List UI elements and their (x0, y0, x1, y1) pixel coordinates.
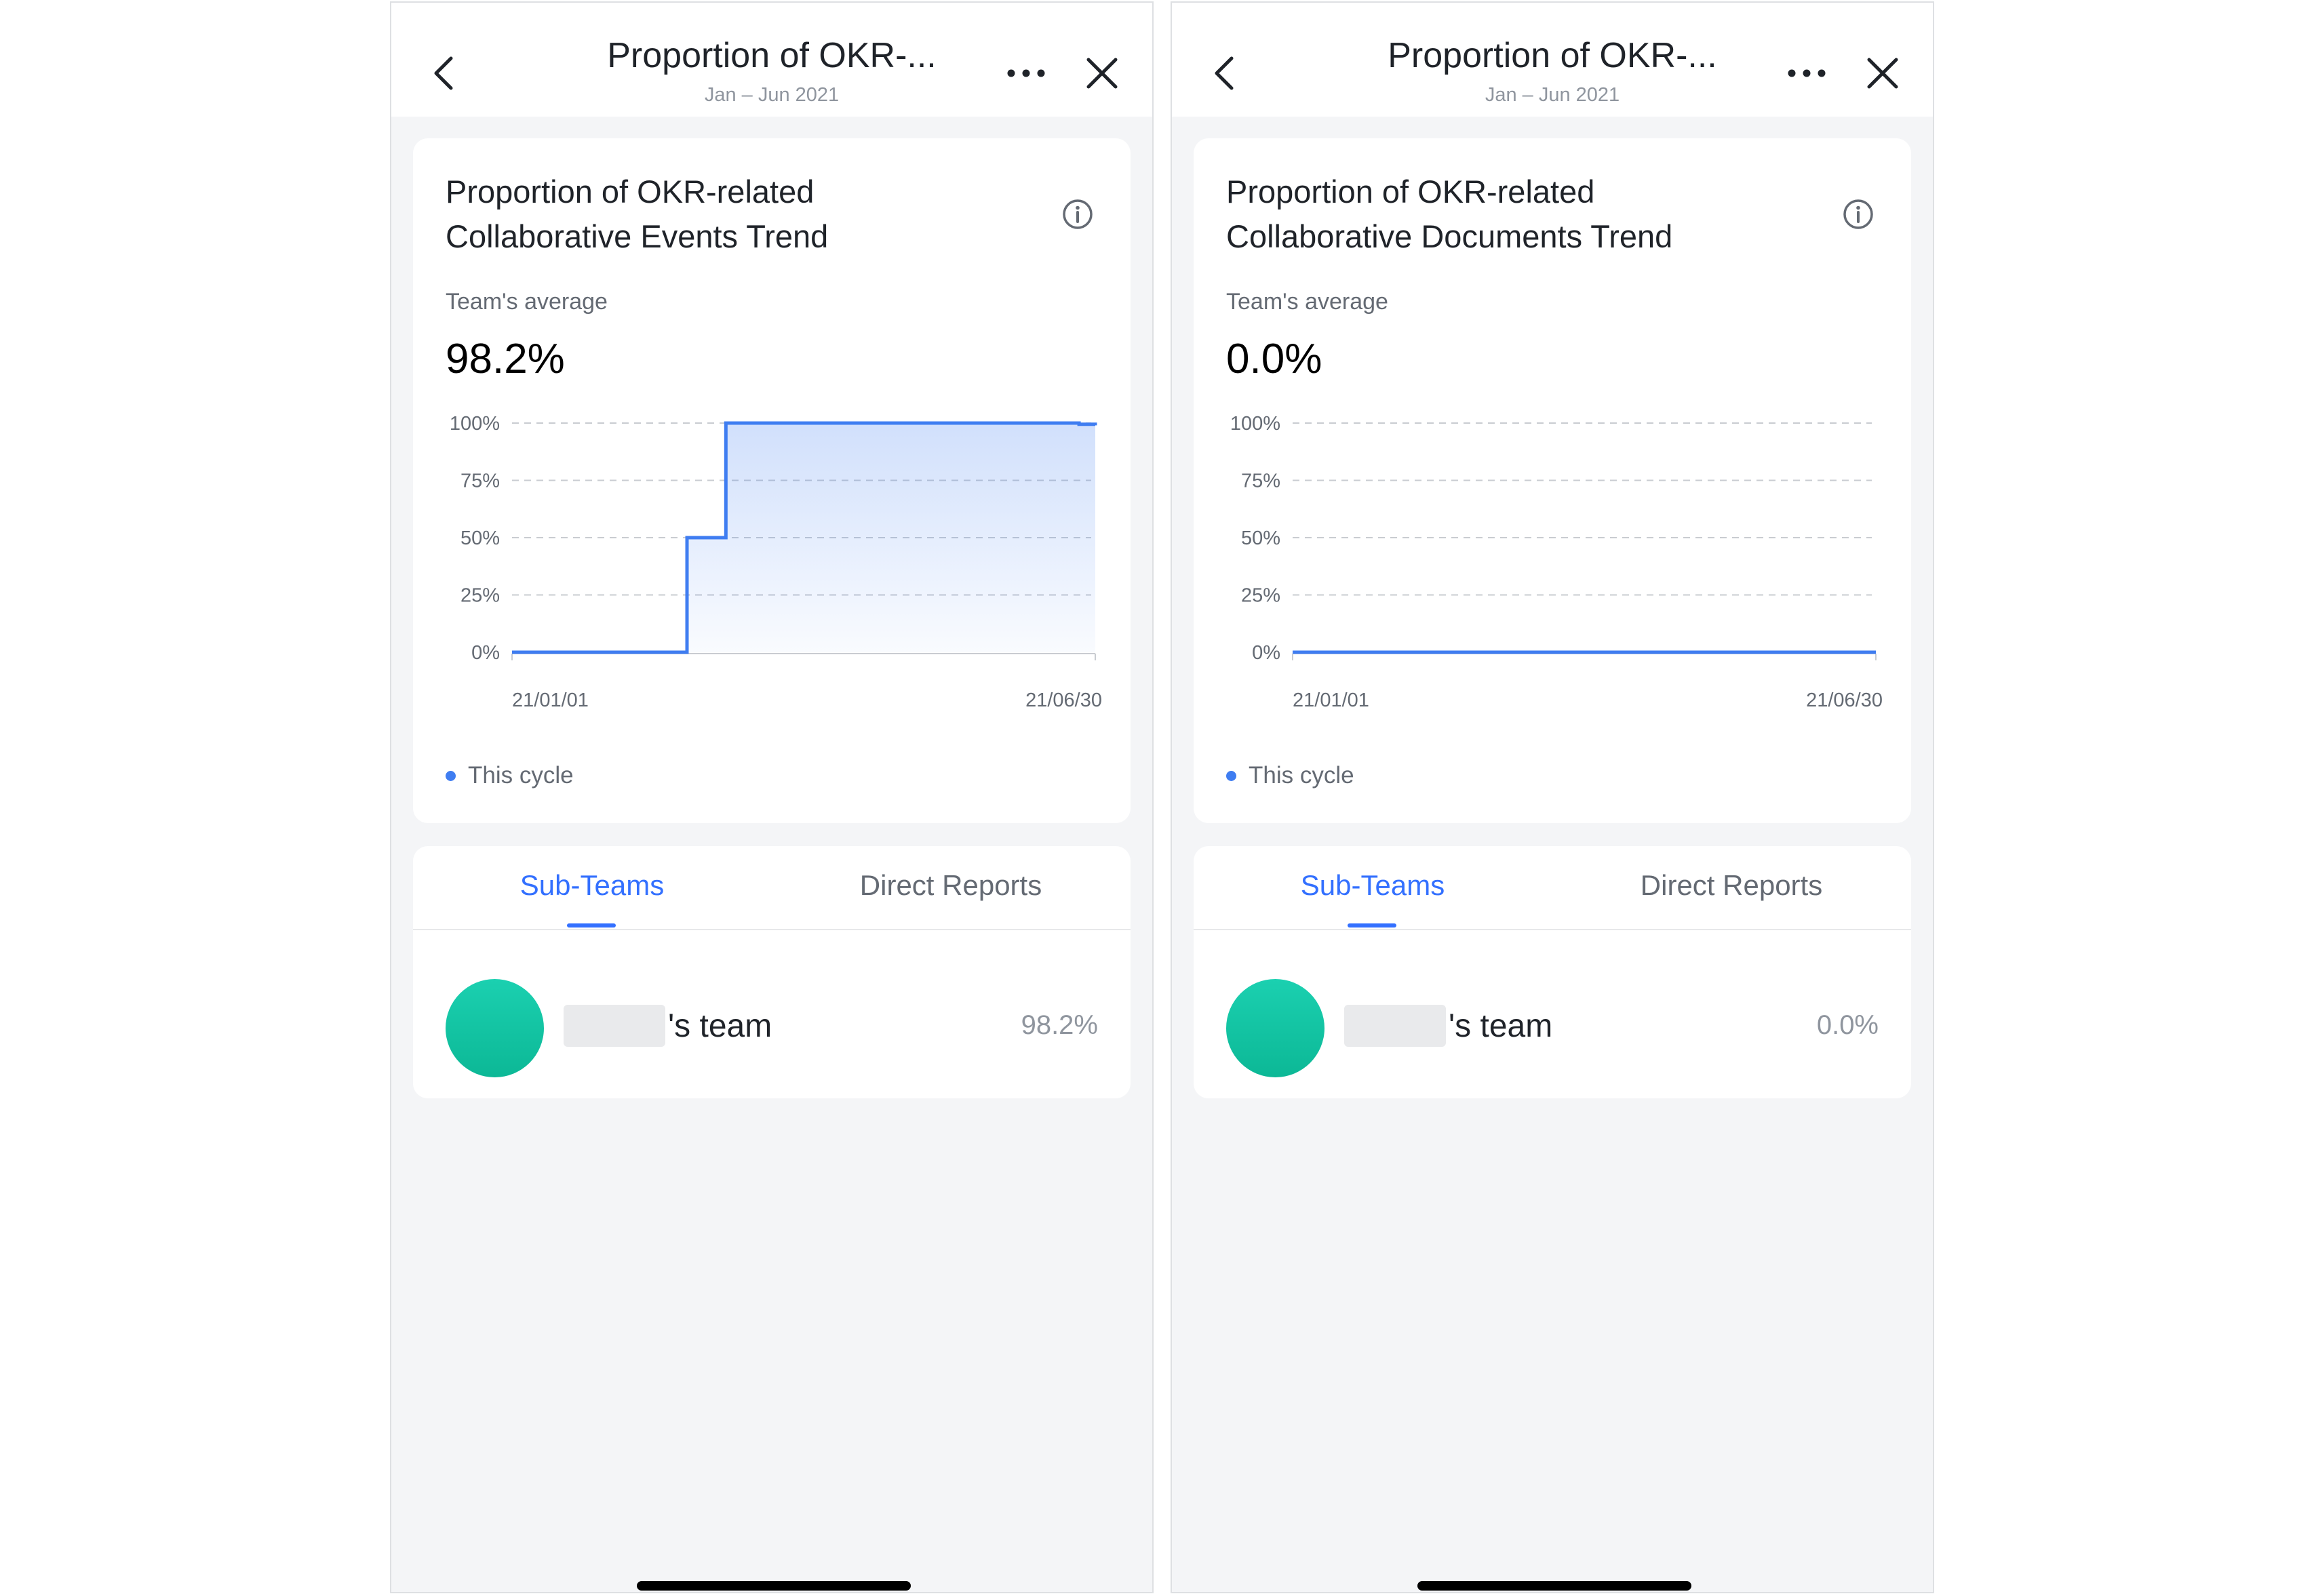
more-horizontal-icon[interactable] (1785, 53, 1828, 94)
legend-label: This cycle (468, 762, 574, 789)
team-name-suffix: 's team (668, 1008, 772, 1044)
tab-sub-teams[interactable]: Sub-Teams (1194, 869, 1552, 902)
card-title-line-2: Collaborative Documents Trend (1226, 218, 1673, 254)
trend-card: Proportion of OKR-related Collaborative … (413, 138, 1131, 823)
legend-dot (1226, 770, 1236, 781)
more-horizontal-icon[interactable] (1004, 53, 1048, 94)
trend-chart: 100% 75% 50% 25% 0% 21/01/01 21/06/30 (450, 413, 1102, 711)
x-tick-label: 21/06/30 (1806, 690, 1883, 711)
legend-label: This cycle (1249, 762, 1354, 789)
card-title-line-2: Collaborative Events Trend (446, 218, 829, 254)
active-tab-indicator (1348, 923, 1396, 927)
x-tick-label: 21/06/30 (1025, 690, 1102, 711)
redacted-name (564, 1005, 665, 1047)
redacted-name (1344, 1005, 1446, 1047)
list-item[interactable]: 's team 0.0% (1194, 929, 1911, 1098)
team-average-label: Team's average (446, 289, 608, 315)
legend-dot (446, 770, 456, 781)
y-tick-label: 50% (460, 527, 500, 549)
trend-chart: 100% 75% 50% 25% 0% 21/01/01 21/06/30 (1230, 413, 1883, 711)
phone-screen-documents: Proportion of OKR-... Jan – Jun 2021 Pro… (1171, 1, 1934, 1593)
avatar (1226, 979, 1324, 1077)
close-icon[interactable] (1862, 53, 1903, 94)
team-value: 0.0% (1816, 1010, 1879, 1040)
home-indicator (637, 1581, 911, 1591)
y-tick-label: 100% (1230, 413, 1280, 435)
tab-direct-reports[interactable]: Direct Reports (771, 869, 1131, 902)
y-tick-label: 75% (460, 471, 500, 492)
team-average-value: 0.0% (1226, 336, 1322, 382)
trend-card: Proportion of OKR-related Collaborative … (1194, 138, 1911, 823)
navigation-bar: Proportion of OKR-... Jan – Jun 2021 (391, 3, 1152, 117)
team-name-suffix: 's team (1449, 1008, 1553, 1044)
y-tick-label: 25% (1241, 585, 1280, 607)
active-tab-indicator (567, 923, 616, 927)
team-list-card: Sub-Teams Direct Reports 's team 98.2% (413, 846, 1131, 1098)
home-indicator (1417, 1581, 1691, 1591)
y-tick-label: 100% (450, 413, 500, 435)
chart-legend: This cycle (446, 762, 574, 789)
card-title: Proportion of OKR-related Collaborative … (446, 169, 828, 259)
tab-bar: Sub-Teams Direct Reports (1194, 846, 1911, 930)
y-tick-label: 75% (1241, 471, 1280, 492)
card-title-line-1: Proportion of OKR-related (446, 174, 814, 210)
info-icon[interactable] (1061, 198, 1094, 231)
team-list-card: Sub-Teams Direct Reports 's team 0.0% (1194, 846, 1911, 1098)
close-icon[interactable] (1082, 53, 1122, 94)
y-tick-label: 0% (471, 642, 500, 664)
list-item[interactable]: 's team 98.2% (413, 929, 1131, 1098)
info-icon[interactable] (1842, 198, 1875, 231)
team-average-value: 98.2% (446, 336, 565, 382)
y-tick-label: 0% (1252, 642, 1280, 664)
y-tick-label: 50% (1241, 527, 1280, 549)
tab-bar: Sub-Teams Direct Reports (413, 846, 1131, 930)
card-title-line-1: Proportion of OKR-related (1226, 174, 1595, 210)
tab-direct-reports[interactable]: Direct Reports (1552, 869, 1911, 902)
navigation-bar: Proportion of OKR-... Jan – Jun 2021 (1172, 3, 1933, 117)
phone-screen-events: Proportion of OKR-... Jan – Jun 2021 Pro… (390, 1, 1154, 1593)
avatar (446, 979, 544, 1077)
tab-sub-teams[interactable]: Sub-Teams (413, 869, 771, 902)
chart-legend: This cycle (1226, 762, 1354, 789)
card-title: Proportion of OKR-related Collaborative … (1226, 169, 1672, 259)
x-tick-label: 21/01/01 (1293, 690, 1369, 711)
team-value: 98.2% (1021, 1010, 1098, 1040)
x-tick-label: 21/01/01 (512, 690, 589, 711)
team-average-label: Team's average (1226, 289, 1388, 315)
y-tick-label: 25% (460, 585, 500, 607)
